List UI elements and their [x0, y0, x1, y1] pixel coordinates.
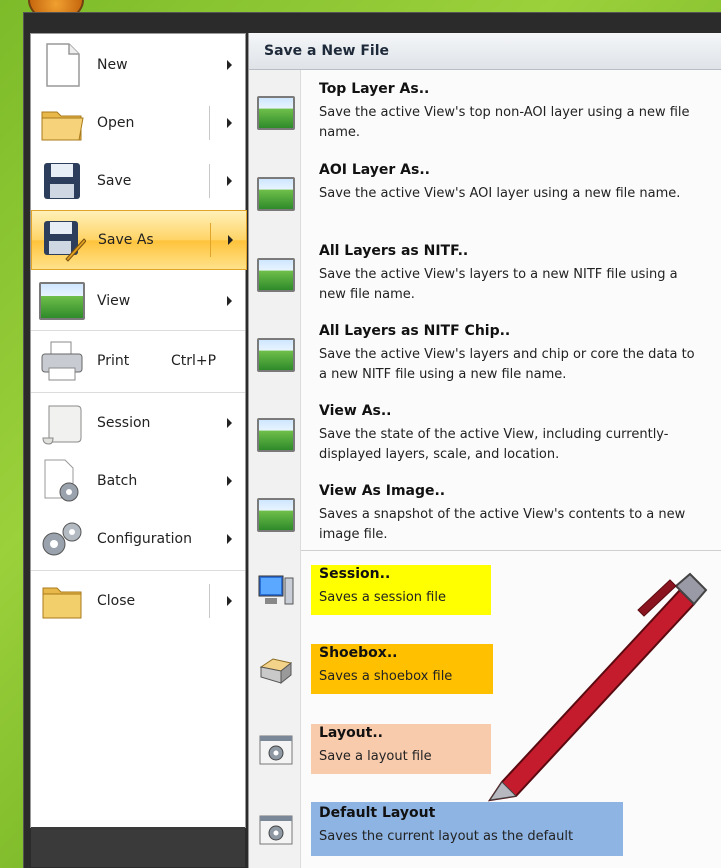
landscape-image-icon: [257, 498, 295, 532]
submenu-arrow-icon[interactable]: [228, 235, 233, 245]
split-divider: [210, 223, 211, 257]
menu-item-open[interactable]: Open: [31, 94, 247, 152]
submenu-item-description: Save the active View's top non-AOI layer…: [319, 105, 690, 140]
menu-item-label: New: [97, 57, 128, 73]
submenu-arrow-icon[interactable]: [227, 596, 232, 606]
layout-gear-icon: [259, 735, 293, 765]
menu-separator: [31, 570, 245, 571]
submenu-arrow-icon: [227, 296, 232, 306]
floppy-disk-icon: [44, 163, 80, 199]
menu-item-batch[interactable]: Batch: [31, 452, 247, 510]
submenu-item-top-layer-as[interactable]: Top Layer As.. Save the active View's to…: [249, 78, 721, 156]
split-divider: [209, 164, 210, 198]
submenu-item-title: Top Layer As..: [319, 81, 430, 97]
menu-item-session[interactable]: Session: [31, 394, 247, 452]
menu-item-label: Session: [97, 415, 151, 431]
menu-item-label: Save: [97, 173, 132, 189]
menu-item-label: Batch: [97, 473, 138, 489]
submenu-arrow-icon: [227, 534, 232, 544]
submenu-item-description: Saves the current layout as the default: [319, 829, 574, 844]
submenu-item-aoi-layer-as[interactable]: AOI Layer As.. Save the active View's AO…: [249, 159, 721, 237]
folder-icon: [42, 587, 82, 619]
submenu-item-description: Saves a snapshot of the active View's co…: [319, 507, 686, 542]
folder-icon: [41, 111, 84, 141]
menu-item-label: Open: [97, 115, 135, 131]
keyboard-shortcut: Ctrl+P: [171, 353, 217, 369]
submenu-item-title: View As..: [319, 403, 392, 419]
new-file-icon: [46, 43, 80, 87]
application-menu-left-pane: New Open Save Save As View Print Ctrl+P …: [30, 33, 247, 867]
submenu-separator: [301, 550, 721, 551]
submenu-item-view-as[interactable]: View As.. Save the state of the active V…: [249, 400, 721, 478]
submenu-item-title: Shoebox..: [319, 645, 398, 661]
menu-item-label: View: [97, 293, 131, 309]
scroll-icon: [42, 405, 82, 445]
landscape-image-icon: [257, 96, 295, 130]
menu-item-label: Configuration: [97, 531, 192, 547]
submenu-item-description: Save the active View's layers to a new N…: [319, 267, 678, 302]
menu-footer-strip: [31, 827, 245, 867]
menu-item-close[interactable]: Close: [31, 572, 247, 630]
split-divider: [209, 106, 210, 140]
menu-item-label: Save As: [98, 232, 154, 248]
split-divider: [209, 584, 210, 618]
submenu-item-all-layers-nitf[interactable]: All Layers as NITF.. Save the active Vie…: [249, 240, 721, 318]
shoebox-icon: [259, 658, 293, 685]
layout-gear-icon: [259, 815, 293, 845]
printer-icon: [41, 341, 83, 381]
menu-item-save[interactable]: Save: [31, 152, 247, 210]
submenu-item-title: View As Image..: [319, 483, 446, 499]
landscape-image-icon: [257, 258, 295, 292]
menu-separator: [31, 392, 245, 393]
submenu-arrow-icon: [227, 418, 232, 428]
menu-item-view[interactable]: View: [31, 272, 247, 330]
batch-gear-icon: [44, 459, 79, 502]
submenu-item-title: All Layers as NITF..: [319, 243, 469, 259]
submenu-item-title: Default Layout: [319, 805, 436, 821]
menu-item-label: Close: [97, 593, 136, 609]
submenu-item-title: Layout..: [319, 725, 383, 741]
landscape-image-icon: [39, 282, 85, 320]
save-as-icon: [44, 221, 86, 262]
submenu-item-view-as-image[interactable]: View As Image.. Saves a snapshot of the …: [249, 480, 721, 552]
submenu-arrow-icon: [227, 60, 232, 70]
submenu-arrow-icon[interactable]: [227, 176, 232, 186]
landscape-image-icon: [257, 177, 295, 211]
submenu-item-title: All Layers as NITF Chip..: [319, 323, 511, 339]
menu-separator: [31, 330, 245, 331]
submenu-item-all-layers-nitf-chip[interactable]: All Layers as NITF Chip.. Save the activ…: [249, 320, 721, 398]
submenu-arrow-icon: [227, 476, 232, 486]
menu-item-label: Print: [97, 353, 130, 369]
menu-item-print[interactable]: Print Ctrl+P: [31, 332, 247, 390]
pen-pointer-icon: [487, 572, 708, 802]
submenu-item-description: Save the active View's layers and chip o…: [319, 347, 695, 382]
gears-icon: [42, 522, 82, 556]
submenu-header: Save a New File: [249, 33, 721, 70]
computer-icon: [258, 575, 294, 605]
submenu-item-description: Save the active View's AOI layer using a…: [319, 186, 681, 201]
submenu-item-description: Save the state of the active View, inclu…: [319, 427, 669, 462]
submenu-arrow-icon[interactable]: [227, 118, 232, 128]
menu-item-configuration[interactable]: Configuration: [31, 510, 247, 568]
submenu-item-title: Session..: [319, 566, 391, 582]
landscape-image-icon: [257, 338, 295, 372]
menu-item-new[interactable]: New: [31, 36, 247, 94]
menu-item-save-as[interactable]: Save As: [31, 210, 247, 270]
landscape-image-icon: [257, 418, 295, 452]
submenu-item-title: AOI Layer As..: [319, 162, 430, 178]
